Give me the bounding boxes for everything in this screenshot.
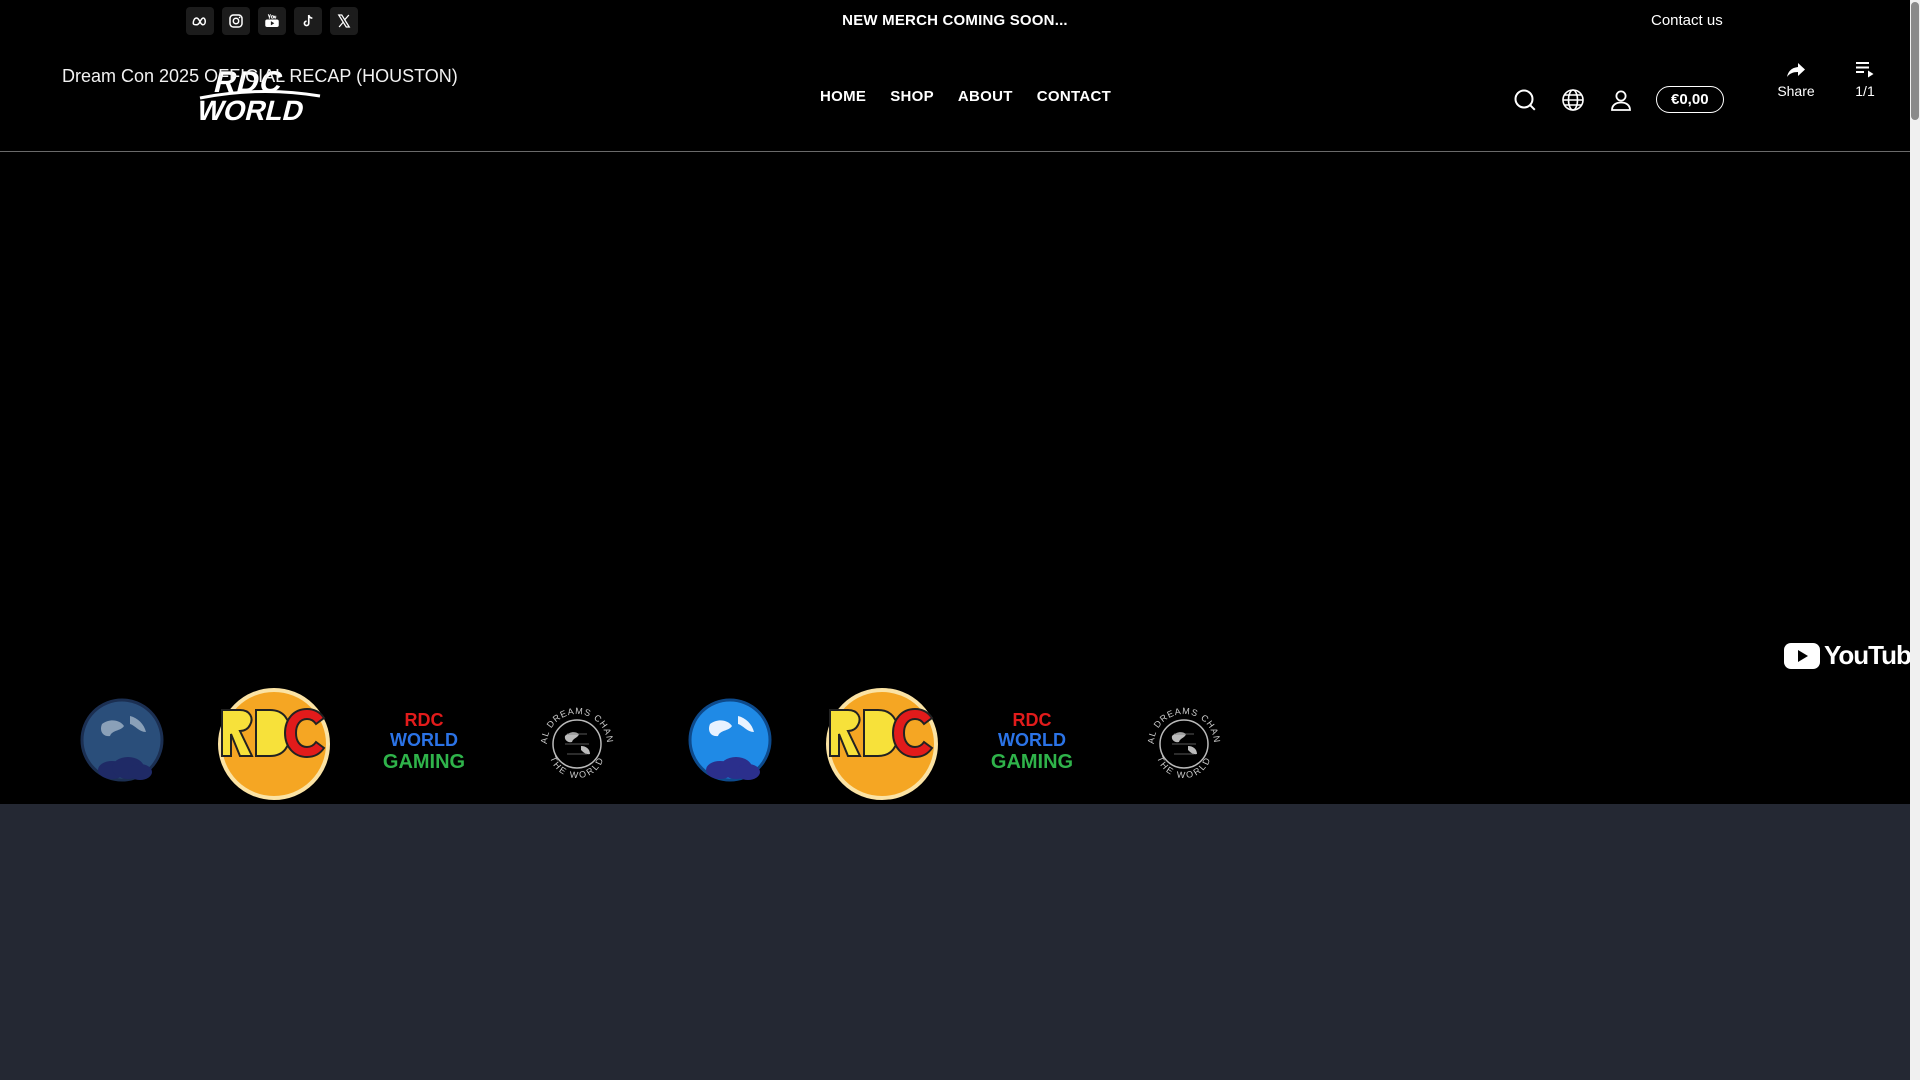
scrollbar-thumb[interactable] bbox=[1911, 2, 1919, 120]
gaming-logo-line-3: GAMING bbox=[383, 751, 465, 773]
real-dreams-badge-2: REAL DREAMS CHANGE THE WORLD bbox=[1122, 684, 1246, 804]
globe-cloud-logo-bright bbox=[668, 684, 792, 804]
video-player[interactable]: YouTube bbox=[0, 152, 1920, 684]
gaming-logo-2-line-1: RDC bbox=[1013, 710, 1052, 730]
rdc-ball-logo bbox=[210, 684, 334, 804]
globe-icon bbox=[1562, 88, 1584, 111]
playlist-count: 1/1 bbox=[1855, 83, 1875, 99]
search-icon bbox=[1514, 89, 1536, 111]
page-scrollbar[interactable] bbox=[1910, 0, 1920, 1080]
rdc-world-gaming-logo: RDC WORLD GAMING bbox=[362, 684, 486, 804]
header-actions: €0,00 bbox=[1512, 86, 1724, 113]
gaming-logo-line-2: WORLD bbox=[390, 730, 458, 750]
rdc-ball-logo-2 bbox=[818, 684, 942, 804]
rdc-world-gaming-logo-2: RDC WORLD GAMING bbox=[970, 684, 1094, 804]
gaming-logo-line-1: RDC bbox=[405, 710, 444, 730]
main-nav: HOME SHOP ABOUT CONTACT bbox=[820, 88, 1111, 105]
real-dreams-badge: REAL DREAMS CHANGE THE WORLD bbox=[515, 684, 639, 804]
nav-item-shop[interactable]: SHOP bbox=[890, 88, 934, 105]
globe-cloud-logo-bright-graphic bbox=[688, 698, 772, 782]
video-title[interactable]: Dream Con 2025 OFFICIAL RECAP (HOUSTON) bbox=[62, 66, 458, 87]
cart-button[interactable]: €0,00 bbox=[1656, 86, 1724, 113]
nav-item-home[interactable]: HOME bbox=[820, 88, 866, 105]
language-button[interactable] bbox=[1560, 87, 1586, 113]
gaming-logo-2-line-3: GAMING bbox=[991, 751, 1073, 773]
site-header: RDC WORLD Dream Con 2025 OFFICIAL RECAP … bbox=[0, 44, 1910, 152]
rdc-world-gaming-logo-graphic: RDC WORLD GAMING bbox=[383, 710, 465, 773]
real-dreams-badge-graphic: REAL DREAMS CHANGE THE WORLD bbox=[527, 694, 614, 780]
share-button[interactable]: Share bbox=[1774, 58, 1818, 99]
rdc-ball-logo-2-graphic bbox=[826, 688, 938, 800]
page: NEW MERCH COMING SOON... Contact us RDC … bbox=[0, 0, 1920, 1080]
youtube-brand-text: YouTube bbox=[1824, 640, 1920, 670]
account-button[interactable] bbox=[1608, 87, 1634, 113]
nav-item-contact[interactable]: CONTACT bbox=[1037, 88, 1111, 105]
search-button[interactable] bbox=[1512, 87, 1538, 113]
user-icon bbox=[1611, 90, 1631, 111]
content-section bbox=[0, 804, 1910, 1080]
logo-marquee: RDC WORLD GAMING REAL DREAMS CHANGE THE … bbox=[0, 684, 1910, 804]
globe-cloud-logo bbox=[60, 684, 184, 804]
gaming-logo-2-line-2: WORLD bbox=[998, 730, 1066, 750]
playlist-icon bbox=[1856, 62, 1874, 78]
share-label: Share bbox=[1777, 83, 1815, 99]
nav-item-about[interactable]: ABOUT bbox=[958, 88, 1013, 105]
rdc-world-gaming-logo-2-graphic: RDC WORLD GAMING bbox=[991, 710, 1073, 773]
youtube-play-icon bbox=[1784, 642, 1820, 669]
share-arrow-icon bbox=[1787, 63, 1805, 77]
youtube-watermark[interactable]: YouTube bbox=[1784, 640, 1920, 671]
real-dreams-badge-2-graphic: REAL DREAMS CHANGE THE WORLD bbox=[1134, 694, 1221, 780]
announcement-bar: NEW MERCH COMING SOON... Contact us bbox=[0, 0, 1910, 44]
playlist-button[interactable]: 1/1 bbox=[1848, 58, 1882, 99]
globe-cloud-logo-graphic bbox=[80, 698, 164, 782]
contact-us-link[interactable]: Contact us bbox=[1651, 12, 1723, 29]
svg-text:WORLD: WORLD bbox=[194, 95, 308, 126]
rdc-ball-logo-graphic bbox=[218, 688, 330, 800]
announcement-text: NEW MERCH COMING SOON... bbox=[842, 12, 1068, 29]
